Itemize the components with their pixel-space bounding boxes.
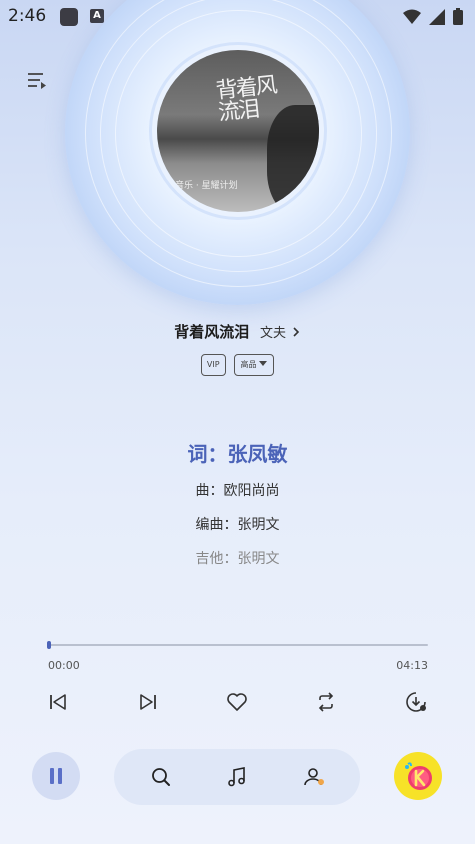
pause-button[interactable] [32,752,80,800]
album-cover[interactable]: 背着风 流泪 音乐 · 星耀计划 [157,50,319,212]
pause-icon [58,768,62,784]
progress-knob[interactable] [47,641,51,649]
quality-selector[interactable]: 高品 [233,354,275,376]
notification-app-icon [60,8,78,26]
queue-icon[interactable] [26,71,48,91]
k-song-icon [405,762,432,790]
next-icon[interactable] [136,690,160,714]
artist-name[interactable]: 文夫 [260,326,286,341]
progress-track[interactable] [48,644,428,646]
current-time: 00:00 [48,659,80,672]
profile-icon[interactable] [302,765,326,789]
download-icon[interactable] [404,690,428,714]
k-song-button[interactable] [394,752,442,800]
lyric-line[interactable]: 编曲：张明文 [0,514,475,534]
wifi-icon [403,9,421,24]
music-note-icon[interactable] [225,765,249,789]
caret-down-icon [259,361,268,366]
repeat-icon[interactable] [314,690,338,714]
song-title: 背着风流泪 [174,323,250,341]
battery-icon [453,8,463,25]
notification-a-icon: A [90,9,104,23]
heart-icon[interactable] [225,690,249,714]
prev-icon[interactable] [46,690,70,714]
lyric-line[interactable]: 吉他：张明文 [0,548,475,568]
status-time: 2:46 [8,6,47,26]
album-cover-title: 背着风 流泪 [214,72,277,127]
song-badges: VIP 高品 [0,354,475,376]
pause-icon [50,768,54,784]
search-icon[interactable] [149,765,173,789]
total-time: 04:13 [396,659,428,672]
lyric-line-active[interactable]: 词：张凤敏 [0,438,475,467]
album-figure [267,105,319,212]
song-title-row[interactable]: 背着风流泪 文夫 [0,321,475,342]
album-cover-subtitle: 音乐 · 星耀计划 [175,181,238,191]
signal-icon [429,8,445,25]
vip-badge[interactable]: VIP [200,354,226,376]
chevron-right-icon [293,327,299,337]
quality-label: 高品 [240,360,257,369]
lyric-line[interactable]: 曲：欧阳尚尚 [0,480,475,500]
status-icons [403,8,463,25]
